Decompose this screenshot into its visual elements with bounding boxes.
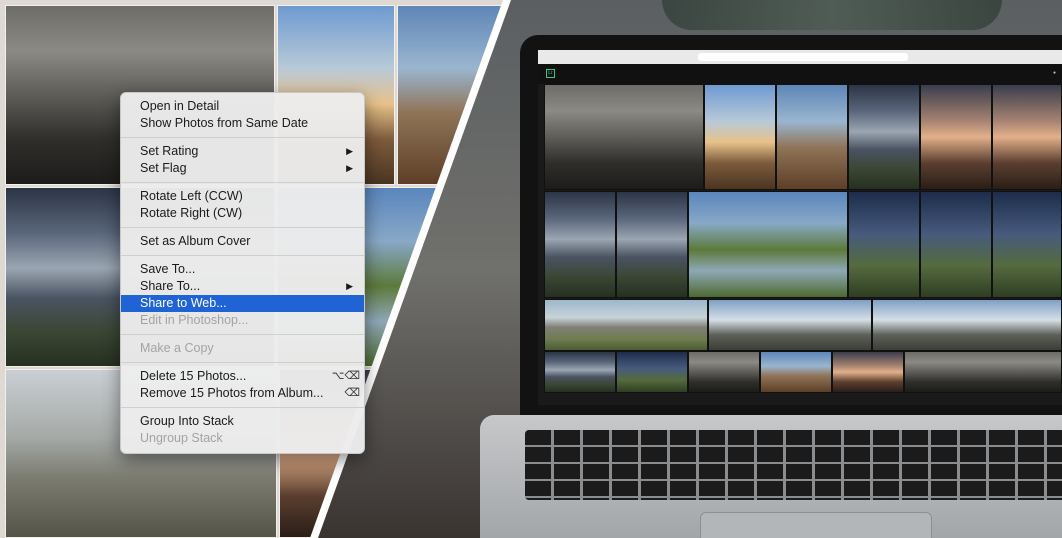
menu-item-save-to[interactable]: Save To... (121, 261, 364, 278)
menu-separator (121, 250, 364, 261)
menu-item-make-a-copy: Make a Copy (121, 340, 364, 357)
menu-item-edit-in-photoshop: Edit in Photoshop... (121, 312, 364, 329)
menu-item-label: Set as Album Cover (140, 234, 251, 248)
chevron-right-icon: ▶ (346, 146, 353, 156)
gallery-photo[interactable] (832, 351, 904, 393)
menu-item-share-to[interactable]: Share To... ▶ (121, 278, 364, 295)
gallery-photo[interactable] (848, 84, 920, 190)
menu-item-rotate-left-ccw[interactable]: Rotate Left (CCW) (121, 188, 364, 205)
menu-separator (121, 357, 364, 368)
menu-item-show-photos-from-same-date[interactable]: Show Photos from Same Date (121, 115, 364, 132)
menu-item-label: Delete 15 Photos... (140, 369, 247, 383)
menu-item-label: Remove 15 Photos from Album... (140, 386, 324, 400)
menu-separator (121, 222, 364, 233)
menu-item-rotate-right-cw[interactable]: Rotate Right (CW) (121, 205, 364, 222)
menu-item-set-as-album-cover[interactable]: Set as Album Cover (121, 233, 364, 250)
browser-toolbar (538, 50, 1062, 64)
menu-item-ungroup-stack: Ungroup Stack (121, 430, 364, 447)
app-logo-icon[interactable]: Lr (546, 69, 555, 78)
menu-separator (121, 132, 364, 143)
gallery-photo[interactable] (776, 84, 848, 190)
gallery-photo[interactable] (544, 299, 708, 351)
menu-separator (121, 329, 364, 340)
menu-item-label: Save To... (140, 262, 196, 276)
menu-item-set-rating[interactable]: Set Rating ▶ (121, 143, 364, 160)
url-bar[interactable] (698, 53, 908, 61)
menu-item-remove-15-photos-from-album[interactable]: Remove 15 Photos from Album... ⌫ (121, 385, 364, 402)
chevron-right-icon: ▶ (346, 281, 353, 291)
gallery-photo[interactable] (992, 191, 1062, 298)
gallery-photo[interactable] (920, 191, 992, 298)
menu-item-label: Open in Detail (140, 99, 220, 113)
account-icon[interactable]: ● (1053, 70, 1056, 76)
menu-item-set-flag[interactable]: Set Flag ▶ (121, 160, 364, 177)
gallery-photo[interactable] (992, 84, 1062, 190)
menu-item-label: Rotate Right (CW) (140, 206, 243, 220)
gallery-photo[interactable] (704, 84, 776, 190)
plant-decoration (662, 0, 1002, 30)
keyboard-shortcut: ⌫ (344, 387, 360, 399)
menu-item-label: Ungroup Stack (140, 431, 223, 445)
gallery-photo[interactable] (760, 351, 832, 393)
gallery-photo[interactable] (872, 299, 1062, 351)
menu-item-label: Rotate Left (CCW) (140, 189, 243, 203)
gallery-photo[interactable] (848, 191, 920, 298)
gallery-photo[interactable] (616, 191, 688, 298)
gallery-photo[interactable] (688, 191, 848, 298)
gallery-photo[interactable] (904, 351, 1062, 393)
gallery-photo[interactable] (920, 84, 992, 190)
menu-item-label: Show Photos from Same Date (140, 116, 309, 130)
gallery-photo[interactable] (544, 351, 616, 393)
gallery-photo[interactable] (688, 351, 760, 393)
gallery-photo[interactable] (544, 191, 616, 298)
menu-item-open-in-detail[interactable]: Open in Detail (121, 98, 364, 115)
web-app-header: Lr ● (538, 64, 1062, 84)
menu-item-group-into-stack[interactable]: Group Into Stack (121, 413, 364, 430)
gallery-photo[interactable] (616, 351, 688, 393)
menu-item-label: Share To... (140, 279, 201, 293)
menu-item-delete-15-photos[interactable]: Delete 15 Photos... ⌥⌫ (121, 368, 364, 385)
keyboard-shortcut: ⌥⌫ (331, 370, 360, 382)
menu-item-label: Edit in Photoshop... (140, 313, 249, 327)
keyboard-rows (525, 430, 1062, 500)
menu-item-label: Share to Web... (140, 296, 227, 310)
menu-item-share-to-web[interactable]: Share to Web... (121, 295, 364, 312)
menu-item-label: Group Into Stack (140, 414, 234, 428)
chevron-right-icon: ▶ (346, 163, 353, 173)
promo-scene: Lr ● Open in Detail Show Photos from Sam… (0, 0, 1062, 538)
gallery-photo[interactable] (708, 299, 872, 351)
trackpad (700, 512, 932, 538)
menu-item-label: Set Rating (140, 144, 199, 158)
menu-item-label: Set Flag (140, 161, 187, 175)
context-menu: Open in Detail Show Photos from Same Date… (120, 92, 365, 454)
menu-separator (121, 402, 364, 413)
gallery-photo[interactable] (544, 84, 704, 190)
menu-separator (121, 177, 364, 188)
laptop-screen: Lr ● (538, 50, 1062, 405)
menu-item-label: Make a Copy (140, 341, 214, 355)
